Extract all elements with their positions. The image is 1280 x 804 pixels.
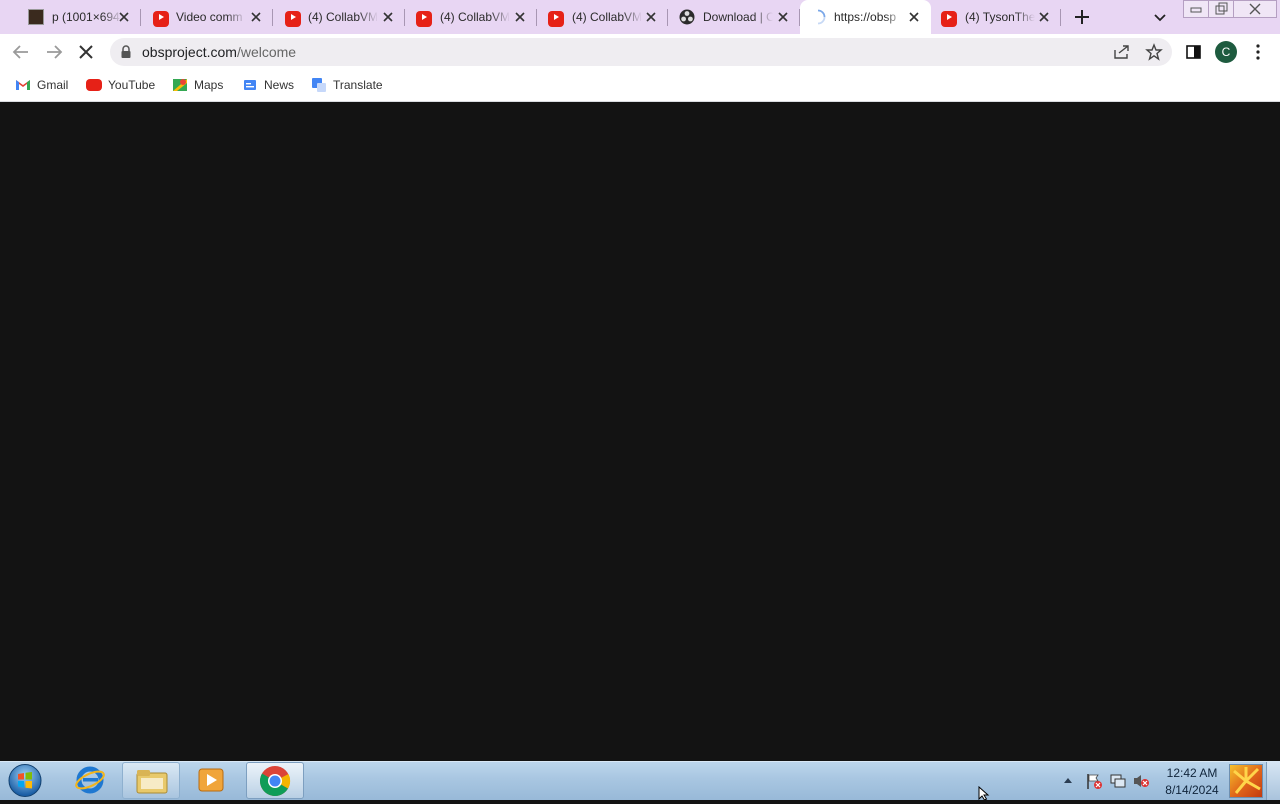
lock-icon[interactable]	[120, 45, 132, 59]
tab-title: https://obsp	[834, 10, 897, 24]
stop-loading-icon[interactable]	[77, 43, 95, 61]
tab-separator	[1060, 9, 1061, 26]
url-path: /welcome	[236, 44, 297, 60]
new-tab-plus-icon[interactable]	[1073, 8, 1091, 26]
close-tab-icon[interactable]	[381, 10, 395, 24]
show-desktop-button[interactable]	[1266, 762, 1280, 800]
url-text[interactable]: obsproject.com/welcome	[142, 44, 296, 60]
close-window-button[interactable]	[1233, 0, 1277, 18]
close-tab-icon[interactable]	[249, 10, 263, 24]
tab-title: (4) CollabVM	[440, 10, 510, 24]
chrome-icon	[259, 766, 291, 797]
tab-title: Video comm	[176, 10, 243, 24]
back-arrow-icon[interactable]	[12, 43, 30, 61]
bookmark-star-icon[interactable]	[1145, 43, 1163, 61]
taskbar-media-player[interactable]	[183, 762, 241, 799]
bookmark-news[interactable]: News	[242, 76, 296, 94]
clock-date[interactable]: 8/14/2024	[1160, 783, 1224, 797]
bookmark-maps[interactable]: Maps	[172, 76, 228, 94]
mouse-cursor-icon	[978, 786, 990, 800]
minimize-window-button[interactable]	[1183, 0, 1209, 18]
youtube-icon	[153, 11, 169, 27]
taskbar-file-explorer[interactable]	[122, 762, 180, 799]
close-tab-icon[interactable]	[1037, 10, 1051, 24]
start-orb-icon	[8, 764, 42, 797]
close-tab-icon[interactable]	[644, 10, 658, 24]
close-tab-icon[interactable]	[776, 10, 790, 24]
close-tab-icon[interactable]	[907, 10, 921, 24]
youtube-icon	[548, 11, 564, 27]
youtube-icon	[86, 79, 102, 91]
flower-icon	[1233, 767, 1261, 794]
youtube-icon	[941, 11, 957, 27]
file-explorer-icon	[136, 770, 168, 794]
volume-muted-icon[interactable]	[1132, 773, 1150, 789]
tab-5[interactable]: (4) CollabVM	[537, 0, 668, 34]
obs-icon	[679, 9, 695, 25]
profile-initial: C	[1221, 45, 1231, 59]
bookmark-label: YouTube	[108, 78, 156, 92]
tab-active[interactable]: https://obsp	[800, 0, 931, 34]
minimize-icon	[1190, 7, 1202, 13]
close-tab-icon[interactable]	[117, 10, 131, 24]
taskbar-internet-explorer[interactable]	[61, 762, 119, 799]
clock-time[interactable]: 12:42 AM	[1160, 766, 1224, 780]
media-player-icon	[198, 768, 224, 792]
tab-4[interactable]: (4) CollabVM	[405, 0, 537, 34]
tab-title: (4) TysonThe	[965, 10, 1035, 24]
restore-window-button[interactable]	[1208, 0, 1234, 18]
tab-strip: p (1001×694 Video comm (4) CollabVM (4) …	[0, 0, 1280, 34]
bookmark-label: Gmail	[37, 78, 69, 92]
tab-1[interactable]: p (1001×694	[8, 0, 141, 34]
tab-title: p (1001×694	[52, 10, 120, 24]
profile-avatar[interactable]: C	[1215, 41, 1237, 63]
bookmark-label: News	[264, 78, 295, 92]
show-hidden-icons-arrow-icon[interactable]	[1063, 776, 1073, 784]
gmail-icon	[16, 80, 30, 90]
internet-explorer-icon	[75, 766, 105, 794]
tab-3[interactable]: (4) CollabVM	[273, 0, 405, 34]
tab-title: Download | O	[703, 10, 773, 24]
start-button[interactable]	[5, 762, 45, 799]
tab-8[interactable]: (4) TysonThe	[931, 0, 1061, 34]
user-tile[interactable]	[1229, 764, 1263, 798]
news-icon	[244, 80, 256, 90]
tab-title: (4) CollabVM	[572, 10, 642, 24]
bookmark-label: Translate	[333, 78, 383, 92]
image-thumbnail-icon	[28, 9, 44, 25]
loading-spinner-icon	[817, 9, 826, 25]
taskbar-chrome[interactable]	[246, 762, 304, 799]
close-icon	[1249, 3, 1261, 15]
bookmark-translate[interactable]: Translate	[311, 76, 383, 94]
network-icon[interactable]	[1109, 773, 1127, 789]
side-panel-icon[interactable]	[1186, 45, 1201, 59]
tab-2[interactable]: Video comm	[141, 0, 273, 34]
chevron-down-icon[interactable]	[1153, 10, 1167, 24]
youtube-icon	[416, 11, 432, 27]
action-center-flag-icon[interactable]	[1085, 772, 1103, 790]
page-content-blank[interactable]	[0, 102, 1280, 761]
restore-icon	[1215, 2, 1228, 15]
kebab-menu-icon[interactable]	[1252, 43, 1264, 61]
forward-arrow-icon[interactable]	[45, 43, 63, 61]
bookmark-gmail[interactable]: Gmail	[15, 76, 75, 94]
bookmark-label: Maps	[194, 78, 224, 92]
translate-icon	[312, 78, 326, 92]
youtube-icon	[285, 11, 301, 27]
close-tab-icon[interactable]	[513, 10, 527, 24]
url-host: obsproject.com	[142, 44, 237, 60]
tab-title: (4) CollabVM	[308, 10, 378, 24]
tab-6[interactable]: Download | O	[668, 0, 800, 34]
share-icon[interactable]	[1113, 44, 1131, 60]
bookmark-youtube[interactable]: YouTube	[86, 76, 158, 94]
maps-icon	[173, 79, 187, 91]
